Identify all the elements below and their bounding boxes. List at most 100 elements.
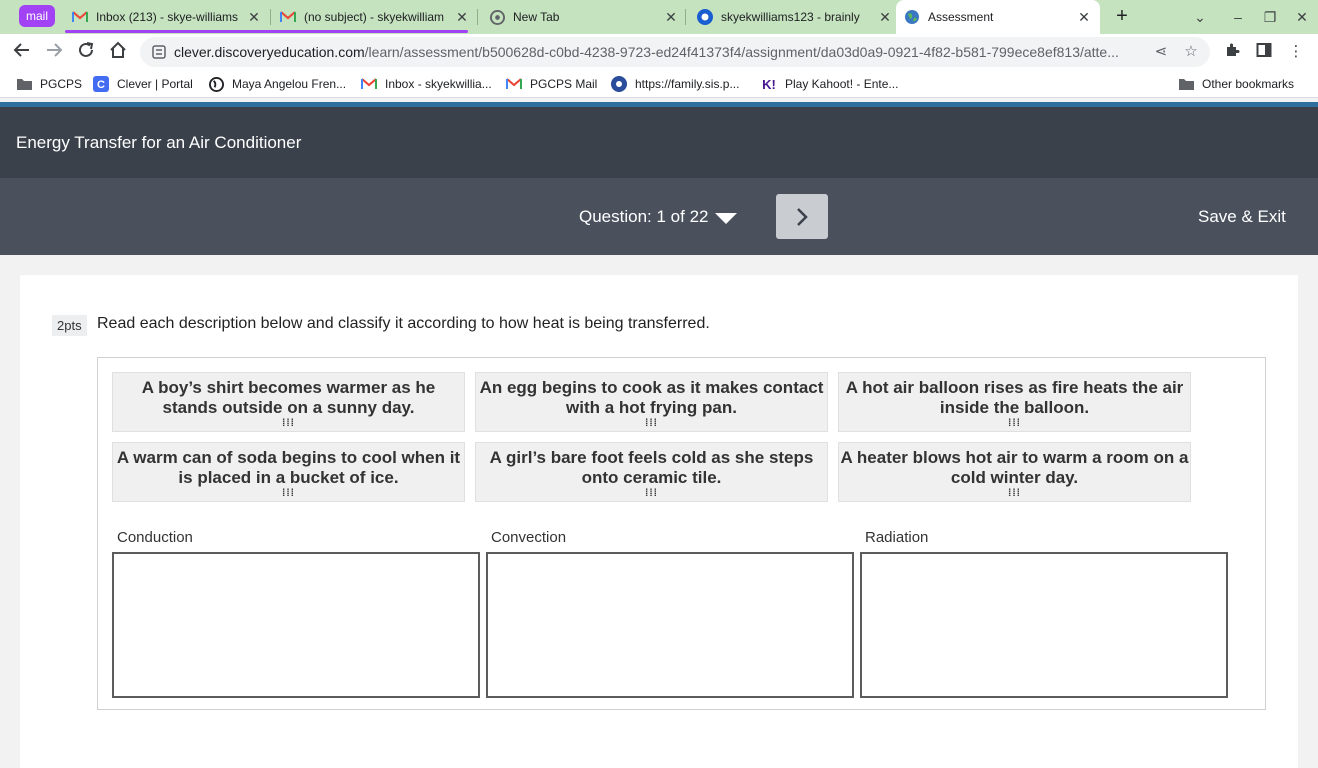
brainly-icon [697,9,713,25]
bookmark-maya-angelou[interactable]: Maya Angelou Fren... [208,70,346,98]
tile-text: A hot air balloon rises as fire heats th… [845,378,1184,417]
tab-brainly[interactable]: skyekwilliams123 - brainly ✕ [697,0,893,34]
close-icon[interactable]: ✕ [663,9,679,25]
question-nav-bar: Question: 1 of 22 Save & Exit [0,178,1318,255]
bookmarks-bar: PGCPS C Clever | Portal Maya Angelou Fre… [0,70,1318,98]
bookmark-pgcps[interactable]: PGCPS [16,70,82,98]
draggable-tile[interactable]: A girl’s bare foot feels cold as she ste… [475,442,828,502]
draggable-tile[interactable]: A heater blows hot air to warm a room on… [838,442,1191,502]
question-card: 2pts Read each description below and cla… [20,275,1298,768]
tile-text: A warm can of soda begins to cool when i… [116,448,461,487]
close-icon[interactable]: ✕ [1076,9,1092,25]
bookmark-label: PGCPS Mail [530,77,598,91]
drag-handle-icon[interactable]: ⁞⁞⁞ [839,489,1190,499]
tab-separator [270,9,271,25]
caret-down-icon [715,212,738,224]
question-selector[interactable]: Question: 1 of 22 [579,207,738,227]
menu-icon[interactable]: ⋮ [1286,42,1306,62]
draggable-tile[interactable]: A hot air balloon rises as fire heats th… [838,372,1191,432]
home-icon[interactable] [107,41,129,63]
next-question-button[interactable] [776,194,828,239]
tab-group-chip[interactable]: mail [19,5,56,27]
gmail-icon [72,9,88,25]
tab-title: (no subject) - skyekwilliam [304,10,445,24]
bookmark-clever[interactable]: C Clever | Portal [93,70,193,98]
close-window-icon[interactable]: ✕ [1293,8,1311,26]
draggable-tile[interactable]: An egg begins to cook as it makes contac… [475,372,828,432]
bookmark-label: Maya Angelou Fren... [232,77,347,91]
tab-strip: mail Inbox (213) - skye-williams ✕ (no s… [0,0,1318,34]
tab-separator [477,9,478,25]
draggable-tile[interactable]: A warm can of soda begins to cool when i… [112,442,465,502]
back-icon[interactable] [11,41,33,63]
drag-handle-icon[interactable]: ⁞⁞⁞ [476,419,827,429]
drop-zone-conduction[interactable] [112,552,480,698]
url-text[interactable]: clever.discoveryeducation.com/learn/asse… [174,37,1140,67]
gmail-icon [280,9,296,25]
gmail-icon [361,76,377,92]
question-counter: Question: 1 of 22 [579,207,709,226]
close-icon[interactable]: ✕ [877,9,893,25]
tab-inbox[interactable]: Inbox (213) - skye-williams ✕ [72,0,262,34]
restore-icon[interactable]: ❐ [1261,8,1279,26]
tile-text: A boy’s shirt becomes warmer as he stand… [141,378,436,417]
question-prompt: Read each description below and classify… [97,315,710,332]
drag-handle-icon[interactable]: ⁞⁞⁞ [113,489,464,499]
other-bookmarks-label: Other bookmarks [1202,77,1295,91]
tab-title: Assessment [928,10,994,24]
tab-new-tab[interactable]: New Tab ✕ [489,0,679,34]
chevron-down-icon[interactable]: ⌄ [1191,8,1209,26]
bookmark-kahoot[interactable]: K! Play Kahoot! - Ente... [761,70,898,98]
folder-icon [16,76,32,92]
gmail-icon [506,76,522,92]
url-path: /learn/assessment/b500628d-c0bd-4238-972… [364,44,1119,60]
bookmark-label: Clever | Portal [117,77,193,91]
chevron-right-icon [797,207,808,226]
category-label-radiation: Radiation [865,529,929,546]
close-icon[interactable]: ✕ [246,9,262,25]
kahoot-icon: K! [762,76,776,92]
bookmark-label: Play Kahoot! - Ente... [785,77,899,91]
bookmark-star-icon[interactable]: ☆ [1182,43,1200,61]
forward-icon[interactable] [43,41,65,63]
reload-icon[interactable] [75,41,97,63]
share-icon[interactable]: ⋖ [1152,43,1170,61]
tab-no-subject[interactable]: (no subject) - skyekwilliam ✕ [280,0,470,34]
close-icon[interactable]: ✕ [454,9,470,25]
folder-icon [1178,76,1194,92]
save-exit-button[interactable]: Save & Exit [1198,207,1286,227]
extensions-icon[interactable] [1222,42,1242,62]
bookmark-family-sis[interactable]: https://family.sis.p... [611,70,739,98]
drop-zone-radiation[interactable] [860,552,1228,698]
site-info-icon[interactable] [152,45,166,59]
drag-handle-icon[interactable]: ⁞⁞⁞ [113,419,464,429]
tile-text: An egg begins to cook as it makes contac… [479,378,824,417]
tab-title: skyekwilliams123 - brainly [721,10,860,24]
chrome-icon [489,9,505,25]
drop-zone-convection[interactable] [486,552,854,698]
drag-drop-area: A boy’s shirt becomes warmer as he stand… [97,357,1266,710]
bookmark-label: https://family.sis.p... [635,77,740,91]
drag-handle-icon[interactable]: ⁞⁞⁞ [476,489,827,499]
new-tab-icon[interactable]: + [1112,6,1132,26]
bookmark-pgcps-mail[interactable]: PGCPS Mail [506,70,597,98]
bookmark-label: Inbox - skyekwillia... [385,77,492,91]
other-bookmarks[interactable]: Other bookmarks [1178,70,1294,98]
tile-text: A girl’s bare foot feels cold as she ste… [489,448,814,487]
url-host: clever.discoveryeducation.com [174,44,365,60]
minimize-icon[interactable]: – [1229,8,1247,26]
tab-title: Inbox (213) - skye-williams [96,10,239,24]
address-bar[interactable]: clever.discoveryeducation.com/learn/asse… [140,37,1210,67]
side-panel-icon[interactable] [1254,42,1274,62]
drag-handle-icon[interactable]: ⁞⁞⁞ [839,419,1190,429]
tab-assessment[interactable]: Assessment ✕ [896,0,1100,34]
tab-separator [685,9,686,25]
globe-icon [208,76,224,92]
bookmark-inbox[interactable]: Inbox - skyekwillia... [361,70,492,98]
assessment-header: Energy Transfer for an Air Conditioner [0,107,1318,178]
browser-toolbar: clever.discoveryeducation.com/learn/asse… [0,34,1318,70]
globe-icon [904,9,920,25]
category-label-conduction: Conduction [117,529,193,546]
draggable-tile[interactable]: A boy’s shirt becomes warmer as he stand… [112,372,465,432]
tile-text: A heater blows hot air to warm a room on… [840,448,1189,487]
